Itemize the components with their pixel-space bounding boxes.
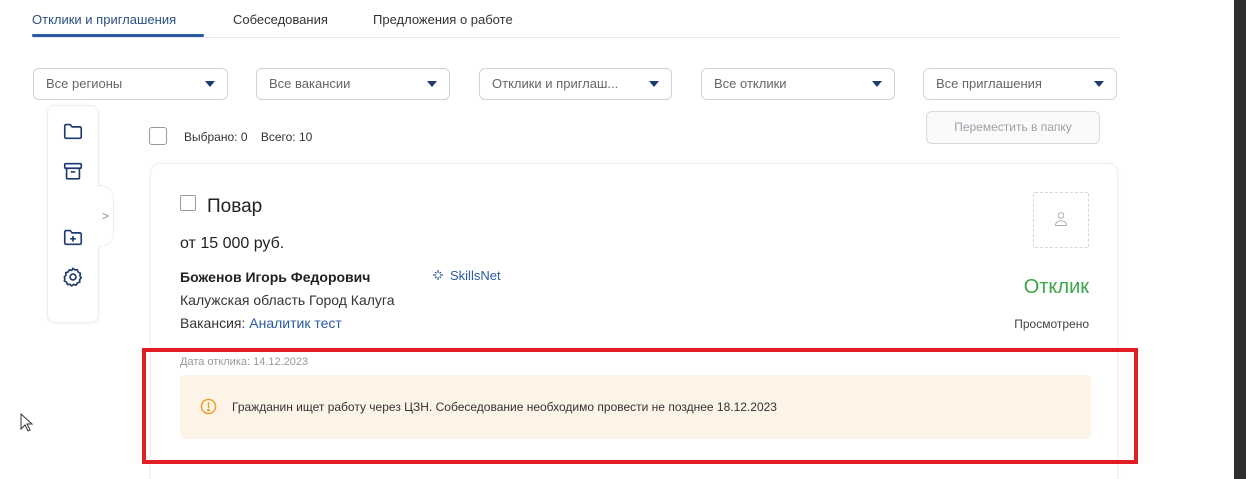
window-edge-bar bbox=[1234, 0, 1246, 479]
tab-interviews[interactable]: Собеседования bbox=[233, 12, 328, 27]
skillsnet-badge[interactable]: SkillsNet bbox=[432, 268, 501, 283]
tab-bar: Отклики и приглашения Собеседования Пред… bbox=[32, 0, 1120, 38]
vacancy-link[interactable]: Аналитик тест bbox=[249, 315, 342, 331]
card-select-checkbox[interactable] bbox=[180, 195, 196, 211]
folder-sidebar bbox=[47, 105, 99, 323]
mouse-cursor-icon bbox=[20, 413, 34, 432]
info-icon bbox=[200, 398, 217, 415]
response-card: Повар от 15 000 руб. Боженов Игорь Федор… bbox=[150, 163, 1118, 479]
vacancy-filter-value: Все вакансии bbox=[269, 76, 351, 91]
total-count: Всего: 10 bbox=[260, 130, 313, 144]
response-date: Дата отклика: 14.12.2023 bbox=[180, 356, 309, 368]
folder-icon[interactable] bbox=[62, 120, 84, 142]
vacancy-prefix: Вакансия: bbox=[180, 315, 250, 331]
skillsnet-icon bbox=[433, 270, 443, 280]
chevron-down-icon bbox=[427, 81, 437, 87]
region-filter-select[interactable]: Все регионы bbox=[33, 68, 228, 100]
chevron-down-icon bbox=[872, 81, 882, 87]
vacancy-filter-select[interactable]: Все вакансии bbox=[256, 68, 450, 100]
response-status: Отклик bbox=[1023, 276, 1089, 298]
viewed-status: Просмотрено bbox=[1014, 317, 1089, 331]
tab-responses-invitations[interactable]: Отклики и приглашения bbox=[32, 12, 176, 27]
skillsnet-label: SkillsNet bbox=[450, 268, 501, 283]
tab-job-offers[interactable]: Предложения о работе bbox=[373, 12, 513, 27]
folder-plus-icon[interactable] bbox=[62, 226, 84, 248]
chevron-down-icon bbox=[1094, 81, 1104, 87]
chevron-down-icon bbox=[205, 81, 215, 87]
avatar bbox=[1033, 192, 1089, 248]
employment-center-notice: Гражданин ищет работу через ЦЗН. Собесед… bbox=[180, 375, 1091, 439]
selection-counts: Выбрано: 0 Всего: 10 bbox=[184, 130, 322, 144]
selected-count: Выбрано: 0 bbox=[184, 130, 248, 144]
responses-filter-value: Все отклики bbox=[714, 76, 787, 91]
notice-text: Гражданин ищет работу через ЦЗН. Собесед… bbox=[232, 400, 777, 414]
responses-filter-select[interactable]: Все отклики bbox=[701, 68, 895, 100]
select-all-checkbox[interactable] bbox=[149, 127, 167, 145]
salary: от 15 000 руб. bbox=[180, 235, 285, 252]
archive-icon[interactable] bbox=[62, 160, 84, 182]
candidate-region: Калужская область Город Калуга bbox=[180, 292, 395, 308]
active-tab-indicator bbox=[32, 34, 204, 37]
move-to-folder-button[interactable]: Переместить в папку bbox=[926, 111, 1100, 144]
invitations-filter-value: Все приглашения bbox=[936, 76, 1042, 91]
candidate-name[interactable]: Боженов Игорь Федорович bbox=[180, 269, 370, 285]
type-filter-select[interactable]: Отклики и приглаш... bbox=[479, 68, 672, 100]
user-icon bbox=[1054, 212, 1068, 226]
type-filter-value: Отклики и приглаш... bbox=[492, 76, 619, 91]
sidebar-expand-toggle[interactable]: > bbox=[98, 185, 114, 247]
chevron-down-icon bbox=[649, 81, 659, 87]
settings-icon[interactable] bbox=[62, 266, 84, 288]
invitations-filter-select[interactable]: Все приглашения bbox=[923, 68, 1117, 100]
vacancy-line: Вакансия: Аналитик тест bbox=[180, 315, 342, 331]
region-filter-value: Все регионы bbox=[46, 76, 123, 91]
vacancy-title: Повар bbox=[207, 196, 263, 217]
